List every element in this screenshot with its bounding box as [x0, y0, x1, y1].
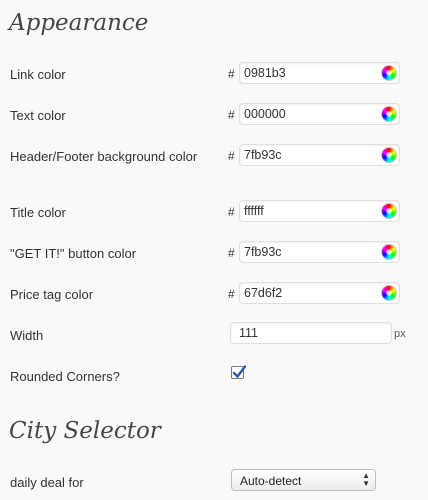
checkmark-icon — [232, 365, 247, 378]
settings-page: Appearance Link color # 0981b3 Text colo… — [0, 0, 428, 500]
price-tag-color-label: Price tag color — [10, 287, 94, 302]
get-it-button-color-value: 7fb93c — [244, 245, 282, 259]
color-wheel-icon[interactable] — [381, 147, 397, 163]
rounded-corners-checkbox[interactable] — [231, 365, 247, 379]
width-label: Width — [10, 328, 44, 343]
daily-deal-selected: Auto-detect — [240, 474, 302, 488]
color-wheel-icon[interactable] — [381, 106, 397, 122]
title-color-label: Title color — [10, 205, 66, 220]
color-wheel-icon[interactable] — [381, 203, 397, 219]
rounded-corners-label: Rounded Corners? — [10, 369, 120, 384]
daily-deal-select[interactable]: Auto-detect ▲ ▼ — [231, 469, 376, 491]
hash-symbol: # — [228, 149, 235, 163]
text-color-label: Text color — [10, 108, 66, 123]
title-color-input[interactable]: ffffff — [239, 200, 400, 222]
color-wheel-icon[interactable] — [381, 65, 397, 81]
width-unit: px — [394, 328, 406, 340]
width-value: 111 — [239, 326, 259, 340]
hash-symbol: # — [228, 108, 235, 122]
text-color-input[interactable]: 000000 — [239, 103, 400, 125]
price-tag-color-value: 67d6f2 — [244, 286, 283, 300]
appearance-heading: Appearance — [9, 10, 149, 36]
hash-symbol: # — [228, 287, 235, 301]
title-color-value: ffffff — [244, 204, 264, 218]
link-color-input[interactable]: 0981b3 — [239, 62, 400, 84]
link-color-label: Link color — [10, 67, 66, 82]
hash-symbol: # — [228, 67, 235, 81]
up-down-arrows-icon: ▲ ▼ — [362, 471, 370, 488]
width-input[interactable]: 111 — [230, 322, 392, 344]
link-color-value: 0981b3 — [244, 66, 286, 80]
city-selector-heading: City Selector — [9, 418, 161, 444]
header-footer-color-value: 7fb93c — [244, 148, 282, 162]
header-footer-color-label: Header/Footer background color — [10, 149, 198, 164]
header-footer-color-input[interactable]: 7fb93c — [239, 144, 400, 166]
color-wheel-icon[interactable] — [381, 285, 397, 301]
color-wheel-icon[interactable] — [381, 244, 397, 260]
get-it-button-color-label: "GET IT!" button color — [10, 246, 137, 261]
daily-deal-label: daily deal for — [10, 475, 84, 490]
hash-symbol: # — [228, 205, 235, 219]
get-it-button-color-input[interactable]: 7fb93c — [239, 241, 400, 263]
text-color-value: 000000 — [244, 107, 286, 121]
price-tag-color-input[interactable]: 67d6f2 — [239, 282, 400, 304]
hash-symbol: # — [228, 246, 235, 260]
